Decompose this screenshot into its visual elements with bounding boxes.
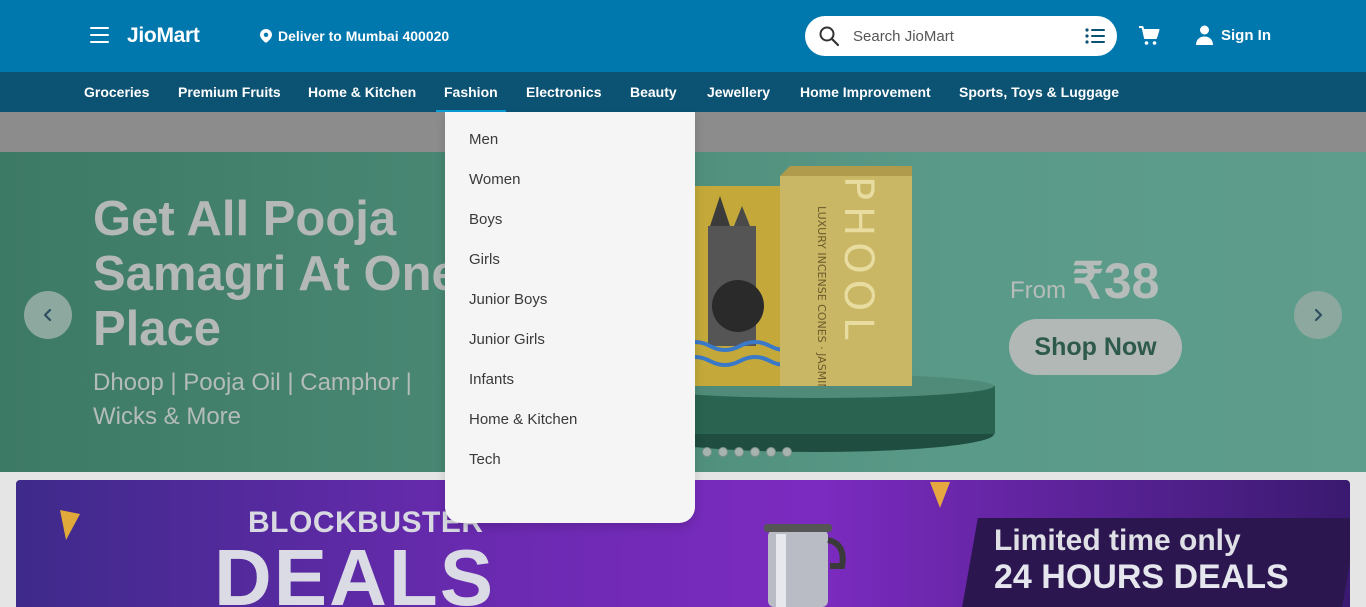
menu-icon[interactable] — [90, 27, 109, 43]
deals-big-text: DEALS — [214, 533, 496, 607]
dropdown-item-men[interactable]: Men — [445, 128, 695, 168]
price-value: ₹38 — [1072, 253, 1160, 309]
jiomart-logo[interactable]: JioMart — [127, 24, 200, 48]
search-icon — [819, 26, 839, 46]
search-input[interactable] — [853, 27, 1073, 45]
dropdown-item-infants[interactable]: Infants — [445, 368, 695, 408]
chevron-left-icon — [43, 308, 52, 322]
carousel-dot[interactable] — [718, 447, 728, 457]
deals-limited-text: Limited time only — [994, 524, 1241, 557]
category-nav: Groceries Premium Fruits Home & Kitchen … — [0, 72, 1366, 112]
top-header: JioMart Deliver to Mumbai 400020 Sign In — [0, 0, 1366, 72]
banner-subtitle: Dhoop | Pooja Oil | Camphor | Wicks & Mo… — [93, 369, 412, 430]
mixer-image — [764, 524, 846, 607]
nav-item-home-improvement[interactable]: Home Improvement — [800, 72, 931, 112]
sign-in-label: Sign In — [1221, 26, 1271, 44]
product-brand: PHOOL — [835, 176, 881, 345]
nav-item-electronics[interactable]: Electronics — [526, 72, 601, 112]
dropdown-item-women[interactable]: Women — [445, 168, 695, 208]
search-bar[interactable] — [805, 16, 1117, 56]
confetti-icon — [930, 482, 950, 508]
confetti-icon — [60, 510, 80, 540]
user-icon — [1196, 25, 1213, 45]
nav-item-home-kitchen[interactable]: Home & Kitchen — [308, 72, 416, 112]
nav-item-groceries[interactable]: Groceries — [84, 72, 149, 112]
list-icon[interactable] — [1085, 28, 1105, 44]
prev-slide-button[interactable] — [24, 291, 72, 339]
nav-item-sports-toys-luggage[interactable]: Sports, Toys & Luggage — [959, 72, 1119, 112]
product-image: LUXURY INCENSE CONES · JASMINE PHOOL — [680, 166, 912, 386]
carousel-dot[interactable] — [782, 447, 792, 457]
carousel-dot[interactable] — [750, 447, 760, 457]
dropdown-item-tech[interactable]: Tech — [445, 448, 695, 488]
location-pin-icon — [260, 29, 272, 43]
chevron-right-icon — [1314, 308, 1323, 322]
product-tagline: LUXURY INCENSE CONES · JASMINE — [815, 206, 828, 386]
shop-now-button[interactable]: Shop Now — [1009, 319, 1182, 375]
deals-hours-text: 24 HOURS DEALS — [994, 558, 1289, 596]
nav-item-beauty[interactable]: Beauty — [630, 72, 677, 112]
dropdown-item-home-kitchen[interactable]: Home & Kitchen — [445, 408, 695, 448]
carousel-dots — [702, 447, 792, 457]
dropdown-item-girls[interactable]: Girls — [445, 248, 695, 288]
cart-icon[interactable] — [1138, 26, 1160, 46]
nav-item-premium-fruits[interactable]: Premium Fruits — [178, 72, 281, 112]
carousel-dot[interactable] — [766, 447, 776, 457]
deliver-location[interactable]: Deliver to Mumbai 400020 — [260, 28, 449, 44]
carousel-dot[interactable] — [702, 447, 712, 457]
nav-item-fashion[interactable]: Fashion — [436, 72, 506, 112]
nav-item-jewellery[interactable]: Jewellery — [707, 72, 770, 112]
dropdown-item-junior-boys[interactable]: Junior Boys — [445, 288, 695, 328]
price-tag: From ₹38 — [1010, 252, 1159, 310]
dropdown-item-junior-girls[interactable]: Junior Girls — [445, 328, 695, 368]
carousel-dot[interactable] — [734, 447, 744, 457]
deliver-label: Deliver to Mumbai 400020 — [278, 28, 450, 44]
dropdown-item-boys[interactable]: Boys — [445, 208, 695, 248]
from-label: From — [1010, 277, 1066, 304]
fashion-dropdown-menu: Men Women Boys Girls Junior Boys Junior … — [445, 112, 695, 523]
sign-in-button[interactable]: Sign In — [1196, 25, 1271, 45]
next-slide-button[interactable] — [1294, 291, 1342, 339]
